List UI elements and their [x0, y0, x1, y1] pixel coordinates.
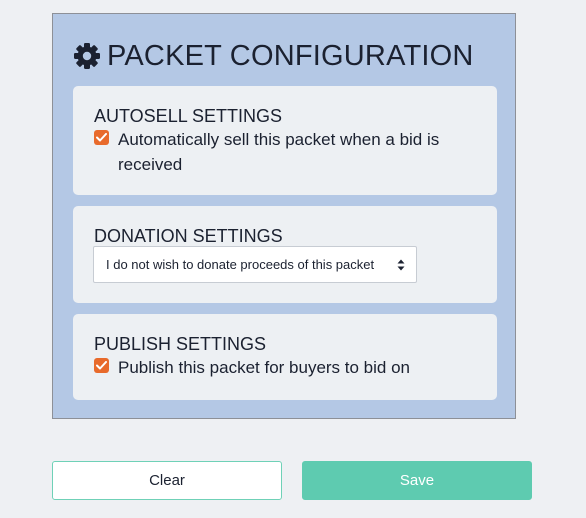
publish-checkbox[interactable]: [94, 358, 109, 373]
autosell-checkbox-row[interactable]: Automatically sell this packet when a bi…: [94, 127, 439, 177]
publish-checkbox-row[interactable]: Publish this packet for buyers to bid on: [94, 355, 410, 380]
clear-button[interactable]: Clear: [52, 461, 282, 500]
autosell-checkbox-label: Automatically sell this packet when a bi…: [118, 130, 440, 174]
donation-select[interactable]: I do not wish to donate proceeds of this…: [93, 246, 417, 283]
checkmark-icon: [96, 361, 107, 370]
packet-configuration-panel: PACKET CONFIGURATION AUTOSELL SETTINGS A…: [52, 13, 516, 419]
panel-title: PACKET CONFIGURATION: [73, 40, 474, 72]
autosell-settings-title: AUTOSELL SETTINGS: [94, 106, 283, 126]
panel-title-text: PACKET CONFIGURATION: [107, 40, 474, 72]
publish-settings-title: PUBLISH SETTINGS: [94, 334, 267, 354]
donation-settings-title: DONATION SETTINGS: [94, 226, 283, 246]
donation-settings-card: DONATION SETTINGS I do not wish to donat…: [73, 206, 497, 303]
publish-settings-card: PUBLISH SETTINGS Publish this packet for…: [73, 314, 497, 400]
donation-select-value: I do not wish to donate proceeds of this…: [106, 257, 375, 272]
gear-icon: [73, 42, 101, 70]
publish-checkbox-label: Publish this packet for buyers to bid on: [118, 358, 410, 377]
autosell-settings-card: AUTOSELL SETTINGS Automatically sell thi…: [73, 86, 497, 195]
autosell-checkbox[interactable]: [94, 130, 109, 145]
checkmark-icon: [96, 133, 107, 142]
select-arrows-icon: [397, 259, 405, 270]
save-button[interactable]: Save: [302, 461, 532, 500]
